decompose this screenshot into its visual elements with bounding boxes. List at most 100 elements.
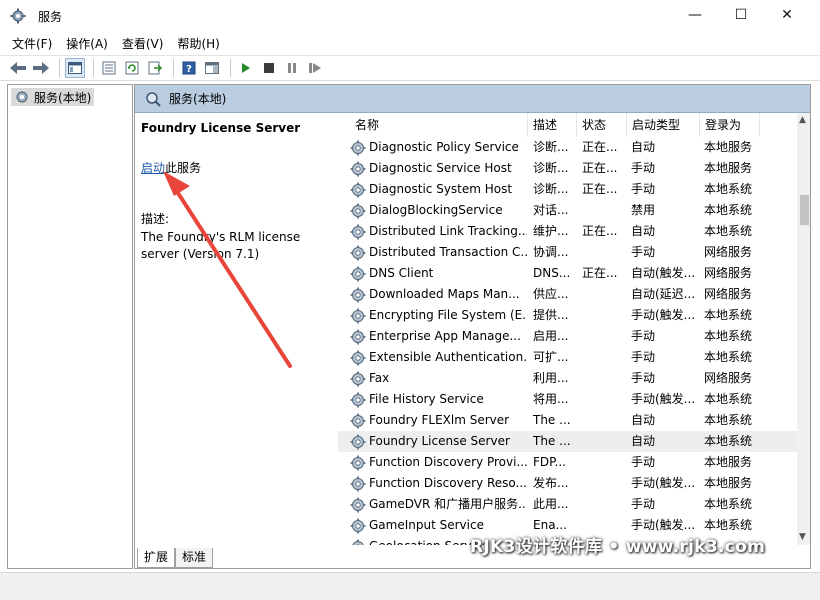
service-detail-panel: Foundry License Server 启动此服务 描述: The Fou… xyxy=(141,121,341,263)
service-gear-icon xyxy=(350,182,366,198)
title-bar: 服务 — ☐ ✕ xyxy=(0,0,820,32)
properties-icon[interactable] xyxy=(99,58,119,78)
table-row[interactable]: Function Discovery Reso... 发布... 手动(触发... 本… xyxy=(338,473,798,494)
minimize-button[interactable]: — xyxy=(672,0,718,30)
service-description-cell: 可扩... xyxy=(533,350,569,364)
selected-service-name: Foundry License Server xyxy=(141,121,301,135)
tree-item-services-local[interactable]: 服务(本地) xyxy=(11,88,95,106)
scroll-up-icon[interactable]: ▲ xyxy=(799,115,806,125)
menu-action[interactable]: 操作(A) xyxy=(66,35,108,52)
description-label: 描述: xyxy=(141,212,170,226)
stop-service-icon[interactable] xyxy=(259,58,279,78)
table-row[interactable]: Diagnostic System Host 诊断... 正在... 手动 本地系统 xyxy=(338,179,798,200)
services-pane: 服务(本地) Foundry License Server 启动此服务 描述: … xyxy=(134,84,811,569)
service-description-cell: The ... xyxy=(533,413,571,427)
service-startup-type-cell: 手动 xyxy=(631,329,656,343)
service-description-cell: 提供... xyxy=(533,308,569,322)
start-service-icon[interactable] xyxy=(236,58,256,78)
start-service-link[interactable]: 启动 xyxy=(141,161,165,175)
table-row[interactable]: File History Service 将用... 手动(触发... 本地系统 xyxy=(338,389,798,410)
window-title: 服务 xyxy=(38,10,63,24)
menu-view[interactable]: 查看(V) xyxy=(122,35,164,52)
service-status-cell xyxy=(582,410,624,431)
service-gear-icon xyxy=(350,329,366,345)
service-gear-icon xyxy=(350,224,366,240)
service-logon-cell: 网络服务 xyxy=(704,245,753,259)
table-row[interactable]: GameDVR 和广播用户服务... 此用... 手动 本地系统 xyxy=(338,494,798,515)
table-row[interactable]: Diagnostic Policy Service 诊断... 正在... 自动 本地服… xyxy=(338,137,798,158)
back-arrow-icon[interactable] xyxy=(8,58,28,78)
table-row[interactable]: Enterprise App Manage... 启用... 手动 本地系统 xyxy=(338,326,798,347)
table-row[interactable]: Distributed Link Tracking... 维护... 正在... 自动… xyxy=(338,221,798,242)
service-name-cell: DialogBlockingService xyxy=(369,203,503,217)
table-row[interactable]: Distributed Transaction C... 协调... 手动 网络服务 xyxy=(338,242,798,263)
service-gear-icon xyxy=(352,539,364,545)
help-icon[interactable]: ? xyxy=(179,58,199,78)
column-header-name[interactable]: 名称 xyxy=(350,113,528,137)
service-status-cell: 正在... xyxy=(582,161,618,175)
table-row[interactable]: Foundry License Server The ... 自动 本地系统 xyxy=(338,431,798,452)
service-description-cell: The ... xyxy=(533,434,571,448)
tab-standard[interactable]: 标准 xyxy=(175,548,214,568)
service-gear-icon xyxy=(350,287,366,303)
service-gear-icon xyxy=(350,308,366,324)
service-logon-cell: 网络服务 xyxy=(704,371,753,385)
service-status-cell xyxy=(582,242,624,263)
table-row[interactable]: Encrypting File System (E... 提供... 手动(触发..… xyxy=(338,305,798,326)
table-row[interactable]: Fax 利用... 手动 网络服务 xyxy=(338,368,798,389)
action-pane-icon[interactable] xyxy=(202,58,222,78)
scroll-thumb[interactable] xyxy=(800,195,809,225)
menu-help[interactable]: 帮助(H) xyxy=(177,35,219,52)
column-header-logon-as[interactable]: 登录为 xyxy=(700,113,760,137)
service-rows: Diagnostic Policy Service 诊断... 正在... 自动 本地服… xyxy=(338,137,798,545)
service-gear-icon xyxy=(350,413,366,429)
vertical-scrollbar[interactable]: ▲ ▼ xyxy=(797,113,810,545)
console-tree-icon[interactable] xyxy=(65,58,85,78)
service-startup-type-cell: 手动 xyxy=(631,350,656,364)
description-text: The Foundry's RLM license server (Versio… xyxy=(141,230,301,261)
table-row[interactable]: Function Discovery Provi... FDP... 手动 本地服务 xyxy=(338,452,798,473)
service-description-cell: 协调... xyxy=(533,245,569,259)
list-header: ^ 名称 描述 状态 启动类型 登录为 xyxy=(338,113,798,137)
service-logon-cell: 本地系统 xyxy=(704,203,753,217)
menu-file[interactable]: 文件(F) xyxy=(12,35,52,52)
service-description-cell: 诊断... xyxy=(533,161,569,175)
close-button[interactable]: ✕ xyxy=(764,0,810,30)
service-status-cell xyxy=(582,284,624,305)
service-logon-cell: 本地服务 xyxy=(704,455,753,469)
service-startup-type-cell: 手动 xyxy=(631,497,656,511)
services-gear-icon xyxy=(10,8,26,24)
service-gear-icon xyxy=(350,350,366,366)
maximize-button[interactable]: ☐ xyxy=(718,0,764,30)
service-name-cell: DNS Client xyxy=(369,266,434,280)
service-startup-type-cell: 自动 xyxy=(631,224,656,238)
service-startup-type-cell: 自动(延迟... xyxy=(631,287,696,301)
service-status-cell xyxy=(582,305,624,326)
forward-arrow-icon[interactable] xyxy=(31,58,51,78)
export-list-icon[interactable] xyxy=(145,58,165,78)
table-row[interactable]: Diagnostic Service Host 诊断... 正在... 手动 本地服务 xyxy=(338,158,798,179)
table-row[interactable]: Extensible Authentication... 可扩... 手动 本地系统 xyxy=(338,347,798,368)
service-status-cell xyxy=(582,347,624,368)
pause-service-icon[interactable] xyxy=(282,58,302,78)
table-row[interactable]: Foundry FLEXlm Server The ... 自动 本地系统 xyxy=(338,410,798,431)
start-service-suffix: 此服务 xyxy=(165,161,202,175)
service-description-cell: DNS... xyxy=(533,266,571,280)
service-status-cell xyxy=(582,389,624,410)
restart-service-icon[interactable] xyxy=(305,58,325,78)
scroll-down-icon[interactable]: ▼ xyxy=(799,532,806,542)
service-gear-icon xyxy=(350,203,366,219)
table-row[interactable]: DNS Client DNS... 正在... 自动(触发... 网络服务 xyxy=(338,263,798,284)
table-row[interactable]: DialogBlockingService 对话... 禁用 本地系统 xyxy=(338,200,798,221)
column-header-startup-type[interactable]: 启动类型 xyxy=(627,113,700,137)
tab-extended[interactable]: 扩展 xyxy=(137,548,176,568)
service-description-cell: 诊断... xyxy=(533,182,569,196)
service-list: ^ 名称 描述 状态 启动类型 登录为 Diagnostic Policy Se… xyxy=(338,113,810,545)
table-row[interactable]: Downloaded Maps Man... 供应... 自动(延迟... 网络服务 xyxy=(338,284,798,305)
refresh-icon[interactable] xyxy=(122,58,142,78)
service-logon-cell: 网络服务 xyxy=(704,287,753,301)
column-header-description[interactable]: 描述 xyxy=(528,113,577,137)
service-startup-type-cell: 手动 xyxy=(631,371,656,385)
service-description-cell: 维护... xyxy=(533,224,569,238)
column-header-status[interactable]: 状态 xyxy=(577,113,627,137)
